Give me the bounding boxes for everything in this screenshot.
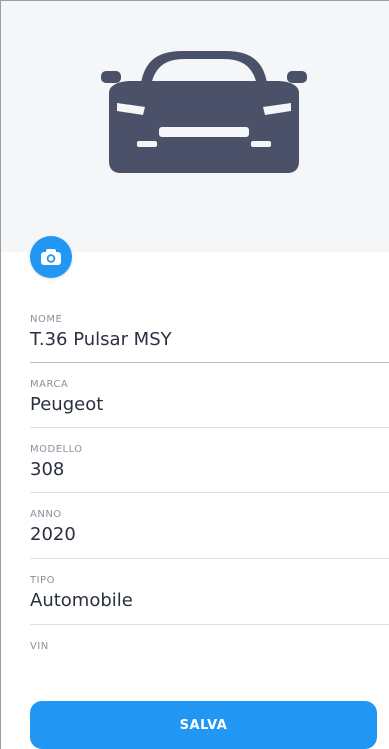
name-field[interactable]: NOME T.36 Pulsar MSY (30, 314, 389, 363)
year-value[interactable]: 2020 (30, 523, 389, 547)
name-value[interactable]: T.36 Pulsar MSY (30, 328, 389, 352)
camera-icon (41, 249, 61, 265)
brand-field[interactable]: MARCA Peugeot (30, 379, 389, 428)
save-button[interactable]: SALVA (30, 701, 377, 749)
model-field[interactable]: MODELLO 308 (30, 444, 389, 493)
brand-label: MARCA (30, 379, 69, 390)
year-field[interactable]: ANNO 2020 (30, 509, 389, 559)
type-value[interactable]: Automobile (30, 589, 389, 613)
vehicle-edit-screen: NOME T.36 Pulsar MSY MARCA Peugeot MODEL… (0, 0, 389, 749)
vin-label: VIN (30, 641, 49, 652)
year-label: ANNO (30, 509, 62, 520)
vin-field[interactable]: VIN (30, 641, 389, 671)
brand-value[interactable]: Peugeot (30, 393, 389, 417)
model-value[interactable]: 308 (30, 458, 389, 482)
type-label: TIPO (30, 575, 55, 586)
model-label: MODELLO (30, 444, 83, 455)
vehicle-photo-area[interactable] (1, 1, 389, 252)
name-label: NOME (30, 314, 63, 325)
camera-button[interactable] (30, 236, 72, 278)
car-icon (101, 51, 307, 173)
type-field[interactable]: TIPO Automobile (30, 575, 389, 625)
